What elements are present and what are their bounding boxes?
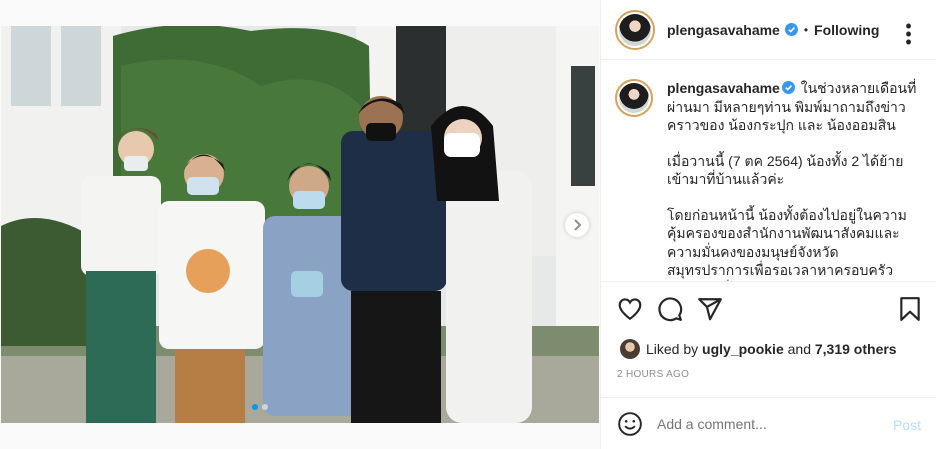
- post-header: plengasavahame • Following • • •: [601, 0, 936, 60]
- caption-text: plengasavahame ในช่วงหลายเดือนที่ผ่านมา …: [667, 79, 921, 281]
- carousel-indicator: [252, 404, 268, 410]
- bookmark-icon[interactable]: [897, 296, 923, 322]
- liked-by-others[interactable]: 7,319 others: [815, 341, 897, 357]
- comment-input[interactable]: [657, 415, 877, 432]
- likes-summary: Liked by ugly_pookie and 7,319 others: [620, 339, 897, 359]
- liked-by-user[interactable]: ugly_pookie: [702, 341, 784, 357]
- action-bar: [601, 281, 936, 337]
- paper-plane-icon[interactable]: [697, 296, 723, 322]
- liked-by-prefix: Liked by: [646, 341, 699, 357]
- post-comment-button[interactable]: Post: [893, 417, 921, 433]
- post-photo[interactable]: [1, 26, 599, 423]
- carousel-next-button[interactable]: [565, 213, 589, 237]
- verified-badge-icon: [781, 81, 795, 94]
- comment-icon[interactable]: [657, 296, 683, 322]
- chevron-right-icon: [574, 219, 582, 231]
- more-options-icon[interactable]: • • •: [899, 17, 919, 51]
- following-button[interactable]: Following: [814, 22, 879, 38]
- caption-paragraph-3: โดยก่อนหน้านี้ น้องทั้งต้องไปอยู่ในความค…: [667, 206, 907, 282]
- instagram-post-modal: plengasavahame • Following • • • plengas…: [0, 0, 936, 449]
- emoji-icon[interactable]: [617, 411, 643, 437]
- caption-username[interactable]: plengasavahame: [667, 80, 780, 96]
- post-side-panel: plengasavahame • Following • • • plengas…: [600, 0, 936, 449]
- heart-icon[interactable]: [617, 296, 643, 322]
- author-username[interactable]: plengasavahame: [667, 22, 780, 38]
- separator-dot: •: [803, 22, 809, 37]
- caption-paragraph-2: เมื่อวานนี้ (7 ตค 2564) น้องทั้ง 2 ได้ย้…: [667, 152, 904, 188]
- liked-by-and: and: [787, 341, 811, 357]
- caption-section: plengasavahame ในช่วงหลายเดือนที่ผ่านมา …: [601, 61, 936, 281]
- verified-badge-icon: [784, 23, 798, 36]
- post-photo-illustration: [1, 26, 599, 423]
- post-timestamp[interactable]: 2 HOURS AGO: [617, 369, 689, 380]
- liker-avatar[interactable]: [620, 339, 640, 359]
- carousel-dot-active: [252, 404, 258, 410]
- carousel-dot: [262, 404, 268, 410]
- comment-bar: Post: [601, 397, 936, 449]
- caption-author-avatar[interactable]: [615, 79, 653, 117]
- author-avatar[interactable]: [615, 9, 655, 50]
